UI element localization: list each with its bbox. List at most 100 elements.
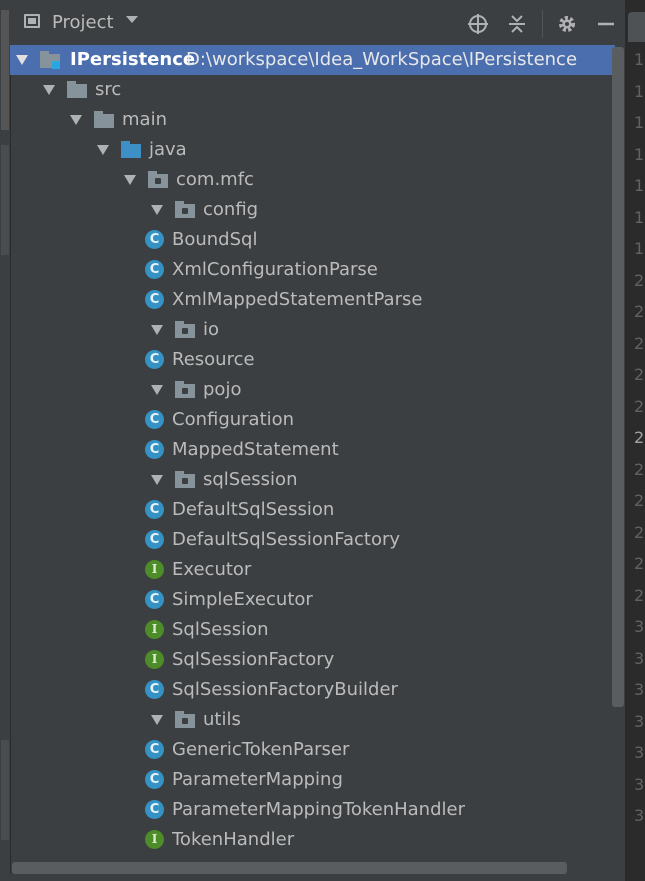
gutter-line-number: 2 — [634, 428, 645, 447]
gutter-line-number: 2 — [634, 491, 645, 510]
view-dropdown-chevron-icon[interactable] — [126, 16, 138, 23]
editor-tab-stub[interactable] — [628, 12, 645, 42]
tree-row[interactable]: resources — [10, 855, 615, 860]
gutter-line-number: 1 — [634, 144, 645, 164]
class-icon: C — [145, 740, 164, 759]
gutter-line-number: 3 — [634, 680, 645, 699]
tree-row[interactable]: C XmlConfigurationParse — [10, 255, 615, 285]
expand-arrow-icon[interactable] — [97, 145, 109, 155]
gutter-line-number: 2 — [634, 365, 645, 384]
tree-root-row[interactable]: IPersistence D:\workspace\Idea_WorkSpace… — [10, 45, 615, 75]
class-icon: C — [145, 410, 164, 429]
gutter-line-number: 2 — [634, 396, 645, 416]
tree-row[interactable]: C BoundSql — [10, 225, 615, 255]
tree-row-label: TokenHandler — [172, 829, 295, 850]
tree-row-label: java — [149, 139, 187, 160]
minimize-icon[interactable] — [594, 12, 618, 36]
tree-row[interactable]: C DefaultSqlSession — [10, 495, 615, 525]
interface-icon: I — [145, 620, 164, 639]
gutter-line-number: 1 — [634, 81, 645, 101]
gutter-line-number: 3 — [634, 617, 645, 636]
folder-icon — [67, 81, 87, 99]
favorites-tool-tab[interactable] — [1, 740, 9, 840]
gutter-line-number: 2 — [634, 585, 645, 605]
panel-title[interactable]: Project — [52, 12, 114, 33]
expand-arrow-icon[interactable] — [16, 55, 28, 65]
gutter-line-number: 1 — [634, 113, 645, 132]
tree-row[interactable]: I TokenHandler — [10, 825, 615, 855]
expand-arrow-icon[interactable] — [151, 475, 163, 485]
interface-icon: I — [145, 830, 164, 849]
structure-tool-tab[interactable] — [1, 145, 9, 255]
gutter-line-number: 2 — [634, 270, 645, 290]
tree-row[interactable]: utils — [10, 705, 615, 735]
expand-arrow-icon[interactable] — [151, 385, 163, 395]
tree-row-label: MappedStatement — [172, 439, 339, 460]
tree-row[interactable]: C ParameterMappingTokenHandler — [10, 795, 615, 825]
tree-row-label: SqlSessionFactory — [172, 649, 335, 670]
tree-row[interactable]: C SimpleExecutor — [10, 585, 615, 615]
tree-row[interactable]: C Resource — [10, 345, 615, 375]
expand-arrow-icon[interactable] — [151, 205, 163, 215]
gutter-line-number: 2 — [634, 333, 645, 353]
gear-icon[interactable] — [555, 12, 579, 36]
class-icon: C — [145, 350, 164, 369]
gutter-line-number: 1 — [634, 207, 645, 227]
tree-row[interactable]: C SqlSessionFactoryBuilder — [10, 675, 615, 705]
gutter-line-number: 2 — [634, 554, 645, 573]
tree-row[interactable]: I SqlSessionFactory — [10, 645, 615, 675]
tree-row-label: src — [95, 79, 122, 100]
tree-row[interactable]: C XmlMappedStatementParse — [10, 285, 615, 315]
tree-row-label: utils — [203, 709, 241, 730]
expand-arrow-icon[interactable] — [43, 85, 55, 95]
tree-row[interactable]: com.mfc — [10, 165, 615, 195]
tree-row[interactable]: main — [10, 105, 615, 135]
tree-row[interactable]: I Executor — [10, 555, 615, 585]
tree-row[interactable]: I SqlSession — [10, 615, 615, 645]
expand-arrow-icon[interactable] — [151, 325, 163, 335]
interface-icon: I — [145, 560, 164, 579]
package-folder-icon — [175, 321, 195, 339]
tree-row-label: GenericTokenParser — [172, 739, 350, 760]
project-tool-tab[interactable] — [1, 10, 9, 130]
editor-gutter: 1 1 1 1 1 1 1 2 2 2 2 2 2 2 2 2 2 2 3 3 3 3 3 3 3 — [625, 0, 645, 881]
package-folder-icon — [175, 201, 195, 219]
horizontal-scrollbar[interactable] — [12, 862, 567, 874]
tree-row-label: XmlConfigurationParse — [172, 259, 378, 280]
gutter-line-number: 1 — [634, 239, 645, 258]
bottom-edge — [10, 874, 625, 881]
vertical-scrollbar[interactable] — [612, 47, 624, 707]
tree-row[interactable]: C MappedStatement — [10, 435, 615, 465]
root-module-path: D:\workspace\Idea_WorkSpace\IPersistence — [186, 49, 578, 70]
gutter-line-number: 1 — [634, 176, 645, 195]
expand-arrow-icon[interactable] — [151, 715, 163, 725]
tree-row[interactable]: io — [10, 315, 615, 345]
tree-row-label: ParameterMappingTokenHandler — [172, 799, 465, 820]
tree-row[interactable]: src — [10, 75, 615, 105]
class-icon: C — [145, 590, 164, 609]
class-icon: C — [145, 800, 164, 819]
tree-row[interactable]: C ParameterMapping — [10, 765, 615, 795]
class-icon: C — [145, 260, 164, 279]
class-icon: C — [145, 440, 164, 459]
class-icon: C — [145, 230, 164, 249]
tree-row[interactable]: C DefaultSqlSessionFactory — [10, 525, 615, 555]
gutter-line-number: 2 — [634, 522, 645, 542]
tree-row[interactable]: pojo — [10, 375, 615, 405]
expand-arrow-icon[interactable] — [70, 115, 82, 125]
locate-target-icon[interactable] — [466, 12, 490, 36]
tree-row[interactable]: sqlSession — [10, 465, 615, 495]
tree-row[interactable]: java — [10, 135, 615, 165]
collapse-all-icon[interactable] — [505, 12, 529, 36]
expand-arrow-icon[interactable] — [124, 175, 136, 185]
class-icon: C — [145, 770, 164, 789]
gutter-line-number: 3 — [634, 806, 645, 825]
tree-row-label: Configuration — [172, 409, 295, 430]
tree-row[interactable]: C Configuration — [10, 405, 615, 435]
tree-row[interactable]: config — [10, 195, 615, 225]
tree-row[interactable]: C GenericTokenParser — [10, 735, 615, 765]
class-icon: C — [145, 500, 164, 519]
tree-row-label: SqlSession — [172, 619, 269, 640]
package-folder-icon — [175, 471, 195, 489]
package-folder-icon — [175, 711, 195, 729]
